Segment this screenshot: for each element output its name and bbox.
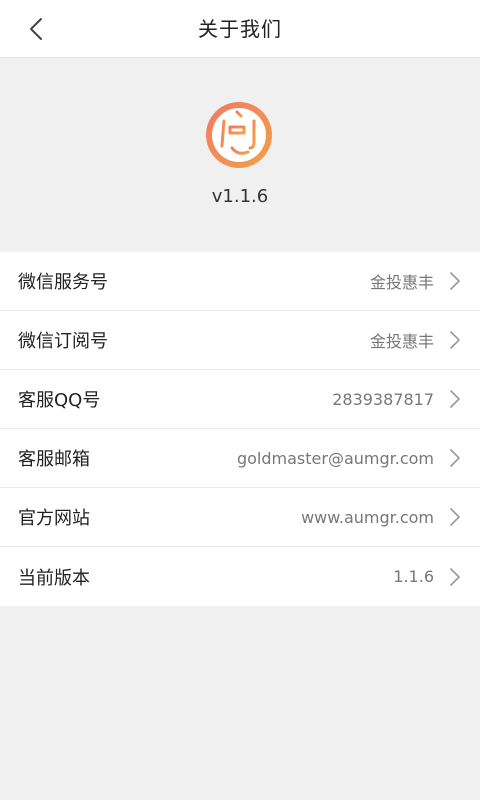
app-logo-icon: [206, 102, 272, 168]
chevron-right-icon: [450, 567, 460, 586]
row-value: goldmaster@aumgr.com: [236, 448, 434, 468]
customer-email-row[interactable]: 客服邮箱 goldmaster@aumgr.com: [0, 429, 480, 488]
official-website-row[interactable]: 官方网站 www.aumgr.com: [0, 488, 480, 547]
chevron-right-icon: [450, 331, 460, 349]
row-value: 2839387817: [332, 389, 434, 409]
about-page: 关于我们 v1.1.6 微信服务号 金投惠丰 微信订阅号 金投惠丰 客服QQ号 …: [0, 0, 480, 800]
app-info-header: v1.1.6: [0, 58, 480, 252]
row-label: 客服邮箱: [18, 449, 90, 470]
row-value: 金投惠丰: [369, 332, 434, 351]
wechat-subscription-row[interactable]: 微信订阅号 金投惠丰: [0, 311, 480, 370]
chevron-right-icon: [450, 508, 460, 526]
row-label: 客服QQ号: [18, 390, 101, 411]
customer-qq-row[interactable]: 客服QQ号 2839387817: [0, 370, 480, 429]
row-label: 微信订阅号: [18, 331, 108, 352]
chevron-right-icon: [450, 272, 460, 290]
current-version-row[interactable]: 当前版本 1.1.6: [0, 547, 480, 606]
info-list: 微信服务号 金投惠丰 微信订阅号 金投惠丰 客服QQ号 2839387817 客服邮箱 gol…: [0, 252, 480, 606]
row-value: 1.1.6: [393, 567, 434, 586]
row-label: 官方网站: [18, 508, 90, 529]
chevron-right-icon: [450, 390, 460, 408]
nav-bar: 关于我们: [0, 0, 480, 58]
row-value: www.aumgr.com: [301, 507, 434, 527]
chevron-right-icon: [450, 449, 460, 467]
wechat-service-row[interactable]: 微信服务号 金投惠丰: [0, 252, 480, 311]
app-version: v1.1.6: [211, 186, 269, 207]
page-title: 关于我们: [198, 17, 282, 41]
row-label: 微信服务号: [18, 272, 108, 293]
row-value: 金投惠丰: [369, 273, 434, 292]
row-label: 当前版本: [18, 567, 90, 589]
